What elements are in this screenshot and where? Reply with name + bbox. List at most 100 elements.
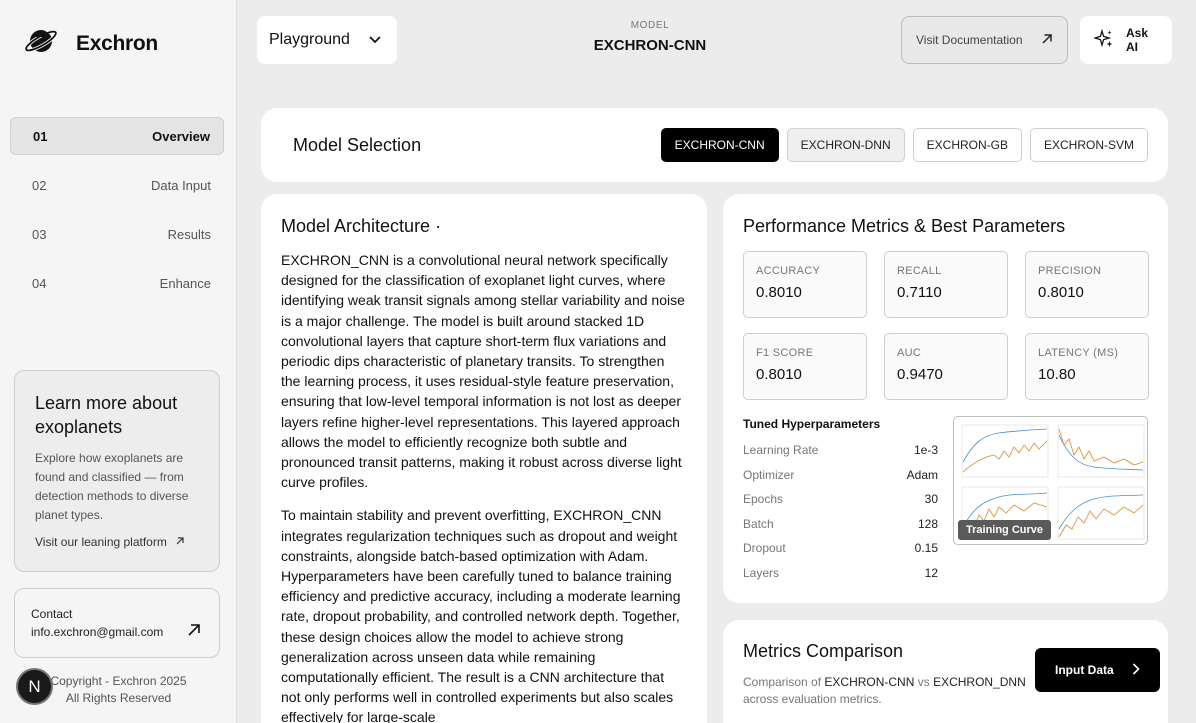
avatar[interactable]: N <box>16 668 53 705</box>
nav-item-label: Enhance <box>159 275 211 291</box>
hyperparameter-label: Batch <box>743 516 774 531</box>
nav-item-data-input[interactable]: 02 Data Input <box>10 166 224 204</box>
comparison-model-a: EXCHRON-CNN <box>824 675 915 689</box>
planet-logo-icon <box>24 26 60 61</box>
performance-metrics-card: Performance Metrics & Best Parameters AC… <box>723 194 1168 603</box>
hyperparameter-row: Layers 12 <box>743 565 938 590</box>
model-selection-title: Model Selection <box>293 135 422 155</box>
hyperparameter-value: 128 <box>917 516 938 531</box>
metric-label: F1 SCORE <box>756 347 814 359</box>
metric-value: 0.8010 <box>1038 284 1084 301</box>
metric-accuracy: ACCURACY 0.8010 <box>743 251 867 318</box>
model-selection-card: Model Selection EXCHRON-CNN EXCHRON-DNN … <box>261 108 1168 182</box>
mode-dropdown-value: Playground <box>269 31 350 48</box>
learn-title: Learn more about exoplanets <box>35 393 178 437</box>
mode-dropdown[interactable]: Playground <box>257 16 397 64</box>
learning-platform-link-label: Visit our leaning platform <box>35 535 167 549</box>
nav-item-overview[interactable]: 01 Overview <box>10 117 224 155</box>
main-nav: 01 Overview 02 Data Input 03 Results 04 … <box>10 117 224 313</box>
hyperparameter-row: Batch 128 <box>743 516 938 541</box>
performance-metrics-title: Performance Metrics & Best Parameters <box>743 216 1066 236</box>
comparison-model-b: EXCHRON_DNN <box>933 675 1026 689</box>
nav-item-number: 01 <box>33 128 48 144</box>
hyperparameter-label: Epochs <box>743 492 784 507</box>
current-model: MODEL EXCHRON-CNN <box>560 20 740 54</box>
brand[interactable]: Exchron <box>24 26 158 61</box>
nav-item-enhance[interactable]: 04 Enhance <box>10 264 224 302</box>
metric-label: LATENCY (MS) <box>1038 347 1119 359</box>
metric-value: 0.7110 <box>897 284 942 301</box>
tab-exchron-gb[interactable]: EXCHRON-GB <box>912 128 1022 162</box>
metrics-comparison-description: Comparison of EXCHRON-CNN vs EXCHRON_DNN… <box>743 674 1043 708</box>
input-data-label: Input Data <box>1055 663 1114 677</box>
metric-latency: LATENCY (MS) 10.80 <box>1025 333 1149 400</box>
nav-item-label: Data Input <box>151 177 211 193</box>
brand-name: Exchron <box>76 31 158 55</box>
learn-card: Learn more about exoplanets Explore how … <box>14 370 220 572</box>
hyperparameter-value: 12 <box>924 565 938 580</box>
chevron-right-icon <box>1132 662 1140 678</box>
contact-card: Contact info.exchron@gmail.com <box>14 588 220 658</box>
nav-item-number: 03 <box>32 226 47 242</box>
comparison-text: across evaluation metrics. <box>743 692 882 706</box>
arrow-up-right-icon <box>1041 33 1053 48</box>
hyperparameter-row: Epochs 30 <box>743 491 938 516</box>
sidebar: Exchron 01 Overview 02 Data Input 03 Res… <box>0 0 237 723</box>
model-architecture-title: Model Architecture · <box>281 216 442 236</box>
sparkle-icon <box>1092 28 1114 52</box>
training-curve-thumbnail[interactable]: Training Curve <box>953 416 1148 545</box>
metric-recall: RECALL 0.7110 <box>884 251 1008 318</box>
learn-description: Explore how exoplanets are found and cla… <box>35 451 189 522</box>
learning-platform-link[interactable]: Visit our leaning platform <box>35 535 199 549</box>
hyperparameter-row: Learning Rate 1e-3 <box>743 442 938 467</box>
hyperparameters-list: Learning Rate 1e-3 Optimizer Adam Epochs… <box>743 442 938 590</box>
metric-f1-score: F1 SCORE 0.8010 <box>743 333 867 400</box>
model-architecture-card: Model Architecture · EXCHRON_CNN is a co… <box>261 194 707 723</box>
hyperparameter-row: Optimizer Adam <box>743 467 938 492</box>
hyperparameters-title: Tuned Hyperparameters <box>743 417 881 431</box>
comparison-text: Comparison of <box>743 675 822 689</box>
hyperparameter-value: 1e-3 <box>913 443 938 457</box>
arrow-up-right-icon[interactable] <box>187 623 201 642</box>
contact-email[interactable]: info.exchron@gmail.com <box>31 623 203 641</box>
chevron-down-icon <box>369 31 381 49</box>
tab-exchron-dnn[interactable]: EXCHRON-DNN <box>786 128 905 162</box>
metric-value: 0.8010 <box>756 366 802 383</box>
training-curve-button[interactable]: Training Curve <box>958 520 1052 540</box>
comparison-text: vs <box>917 675 930 689</box>
metric-value: 0.9470 <box>897 366 943 383</box>
hyperparameter-value: 0.15 <box>914 541 938 556</box>
metric-auc: AUC 0.9470 <box>884 333 1008 400</box>
hyperparameter-value: 30 <box>924 492 938 507</box>
model-tabs: EXCHRON-CNN EXCHRON-DNN EXCHRON-GB EXCHR… <box>660 128 1148 162</box>
architecture-paragraph: EXCHRON_CNN is a convolutional neural ne… <box>281 252 685 491</box>
metric-value: 0.8010 <box>756 284 802 301</box>
metric-label: PRECISION <box>1038 265 1102 277</box>
architecture-paragraph: To maintain stability and prevent overfi… <box>281 507 681 723</box>
ask-ai-label: Ask AI <box>1126 26 1149 54</box>
hyperparameter-value: Adam <box>906 467 938 482</box>
ask-ai-button[interactable]: Ask AI <box>1080 16 1172 64</box>
nav-item-label: Overview <box>152 128 210 144</box>
metrics-grid: ACCURACY 0.8010 RECALL 0.7110 PRECISION … <box>743 251 1149 400</box>
nav-item-label: Results <box>167 226 211 242</box>
arrow-up-right-icon <box>175 535 185 549</box>
current-model-value: EXCHRON-CNN <box>593 37 707 54</box>
hyperparameter-label: Learning Rate <box>743 443 819 457</box>
hyperparameter-label: Optimizer <box>743 467 795 482</box>
visit-documentation-label: Visit Documentation <box>916 33 1023 47</box>
visit-documentation-button[interactable]: Visit Documentation <box>901 16 1068 64</box>
hyperparameter-label: Dropout <box>743 541 786 556</box>
nav-item-results[interactable]: 03 Results <box>10 215 224 253</box>
metric-label: AUC <box>897 347 922 359</box>
nav-item-number: 04 <box>32 275 47 291</box>
contact-label: Contact <box>31 607 73 621</box>
hyperparameter-label: Layers <box>743 565 780 580</box>
input-data-button[interactable]: Input Data <box>1035 648 1160 692</box>
nav-item-number: 02 <box>32 177 47 193</box>
tab-exchron-cnn[interactable]: EXCHRON-CNN <box>660 128 779 162</box>
metric-precision: PRECISION 0.8010 <box>1025 251 1149 318</box>
metric-label: ACCURACY <box>756 265 821 277</box>
hyperparameter-row: Dropout 0.15 <box>743 540 938 565</box>
tab-exchron-svm[interactable]: EXCHRON-SVM <box>1029 128 1148 162</box>
